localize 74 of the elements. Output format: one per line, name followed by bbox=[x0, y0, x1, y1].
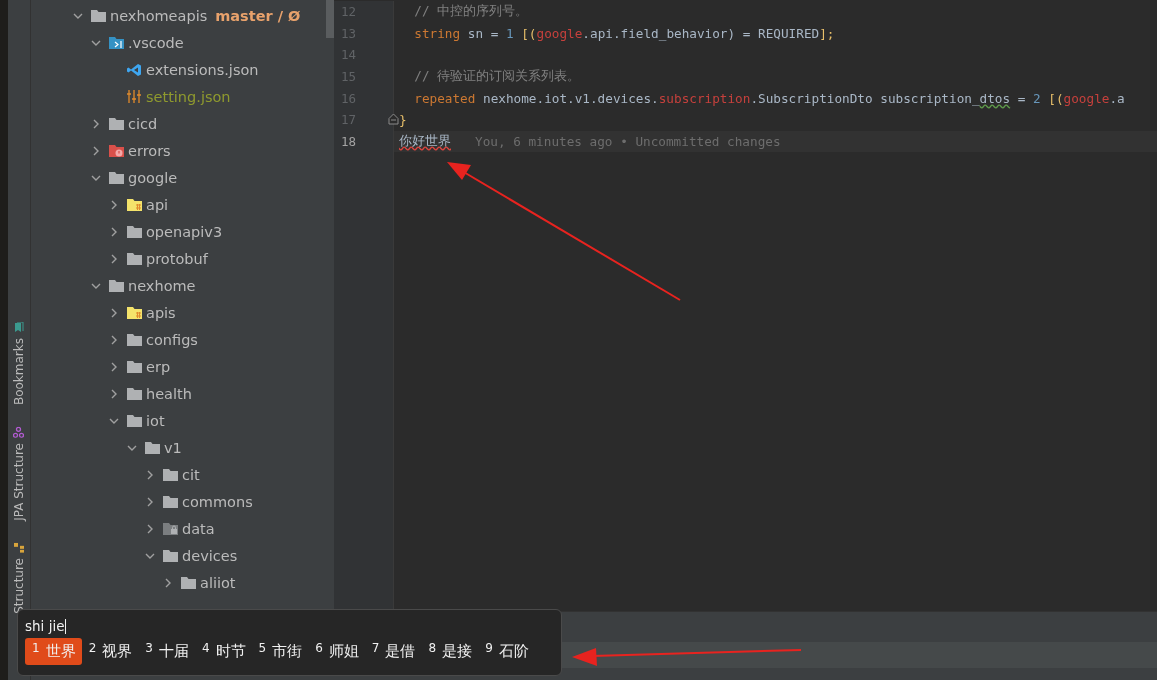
tree-item[interactable]: .vscode bbox=[31, 29, 184, 56]
code-line: repeated nexhome.iot.v1.devices.subscription.SubscriptionDto subscription_dtos = 2 [(google.a bbox=[413, 90, 1125, 106]
code-line: } bbox=[399, 112, 407, 128]
locked-folder-icon bbox=[163, 522, 178, 535]
branch-label: master / Ø bbox=[215, 7, 301, 24]
tree-item[interactable]: extensions.json bbox=[31, 56, 259, 83]
candidate[interactable]: $^{2}$ 视界 bbox=[81, 638, 139, 665]
source-folder-icon bbox=[127, 306, 142, 319]
folder-icon bbox=[145, 441, 160, 454]
source-folder-icon bbox=[127, 198, 142, 211]
tree-item[interactable]: devices bbox=[31, 542, 238, 569]
tree-item[interactable]: errors bbox=[31, 137, 171, 164]
nodes-icon bbox=[13, 427, 25, 439]
candidate[interactable]: $^{5}$ 市街 bbox=[251, 638, 309, 665]
folder-icon bbox=[163, 495, 178, 508]
file-name: extensions.json bbox=[146, 61, 259, 78]
code-line: string sn = 1 [(google.api.field_behavior) = REQUIRED]; bbox=[413, 25, 835, 41]
code-line: // 待验证的订阅关系列表。 bbox=[413, 68, 581, 86]
folder-icon bbox=[109, 171, 124, 184]
folder-icon bbox=[127, 387, 142, 400]
folder-icon bbox=[127, 414, 142, 427]
tree-item[interactable]: openapiv3 bbox=[31, 218, 223, 245]
tree-item[interactable]: nexhome bbox=[31, 272, 196, 299]
candidate[interactable]: $^{1}$ 世界 bbox=[25, 638, 82, 665]
candidate[interactable]: $^{6}$ 师姐 bbox=[308, 638, 365, 665]
candidate[interactable]: $^{3}$ 十届 bbox=[138, 638, 195, 665]
tree-item[interactable]: protobuf bbox=[31, 245, 208, 272]
error-folder-icon bbox=[109, 144, 124, 157]
folder-icon bbox=[127, 360, 142, 373]
bookmark-icon bbox=[14, 322, 24, 333]
text-caret bbox=[65, 618, 67, 634]
fold-icon[interactable] bbox=[388, 112, 399, 125]
folder-icon bbox=[127, 333, 142, 346]
tree-item[interactable]: api bbox=[31, 191, 169, 218]
folder-icon bbox=[181, 576, 196, 589]
composition-text: shi jie bbox=[25, 618, 65, 634]
tree-item[interactable]: cit bbox=[31, 461, 200, 488]
tree-item[interactable]: erp bbox=[31, 353, 171, 380]
folder-icon bbox=[91, 9, 106, 22]
tree-item[interactable]: cicd bbox=[31, 110, 158, 137]
folder-icon bbox=[127, 225, 142, 238]
code-folder-icon bbox=[109, 36, 124, 49]
candidate[interactable]: $^{9}$ 石阶 bbox=[478, 638, 535, 665]
tree-item[interactable]: data bbox=[31, 515, 215, 542]
candidate[interactable]: $^{8}$ 是接 bbox=[421, 638, 479, 665]
tree-item[interactable]: aliiot bbox=[31, 569, 236, 596]
structure-icon bbox=[14, 542, 24, 553]
tree-item[interactable]: iot bbox=[31, 407, 165, 434]
folder-icon bbox=[109, 117, 124, 130]
line-number: 18 bbox=[341, 133, 357, 149]
scrollbar[interactable] bbox=[326, 0, 334, 38]
tree-item[interactable]: google bbox=[31, 164, 178, 191]
tree-item[interactable]: configs bbox=[31, 326, 198, 353]
tree-item[interactable]: commons bbox=[31, 488, 253, 515]
tool-window-tab[interactable]: JPA Structure bbox=[8, 427, 30, 521]
tree-item[interactable]: health bbox=[31, 380, 192, 407]
code-line: 你好世界 bbox=[399, 132, 451, 150]
folder-icon bbox=[163, 468, 178, 481]
code-line: // 中控的序列号。 bbox=[413, 3, 529, 21]
tree-item[interactable]: setting.json bbox=[31, 83, 231, 110]
tree-item[interactable]: apis bbox=[31, 299, 176, 326]
blame-annotation: You, 6 minutes ago • Uncommitted changes bbox=[475, 133, 781, 149]
folder-icon bbox=[109, 279, 124, 292]
folder-icon bbox=[163, 549, 178, 562]
sliders-icon bbox=[127, 90, 142, 103]
tool-window-tab[interactable]: Structure bbox=[8, 542, 30, 614]
tree-item[interactable]: v1 bbox=[31, 434, 182, 461]
code-file-icon bbox=[127, 62, 142, 77]
tree-item[interactable]: nexhomeapis master / Ø bbox=[31, 2, 301, 29]
folder-icon bbox=[127, 252, 142, 265]
file-name: setting.json bbox=[146, 88, 231, 105]
tool-window-tab[interactable]: Bookmarks bbox=[8, 322, 30, 406]
candidate[interactable]: $^{4}$ 时节 bbox=[194, 638, 252, 665]
candidate[interactable]: $^{7}$ 是借 bbox=[364, 638, 422, 665]
